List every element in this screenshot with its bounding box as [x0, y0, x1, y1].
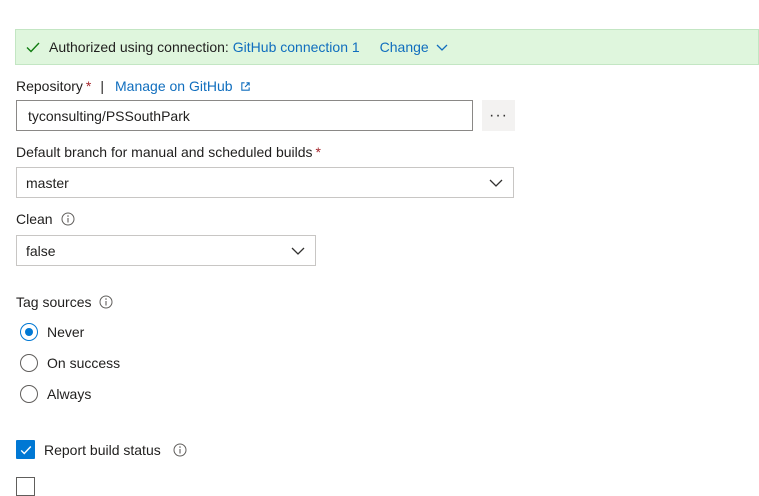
radio-option-always[interactable]: Always — [20, 385, 91, 403]
clean-value: false — [26, 242, 56, 259]
clean-label-row: Clean — [16, 211, 75, 227]
more-options-button[interactable]: ··· — [482, 100, 515, 131]
clean-dropdown[interactable]: false — [16, 235, 316, 266]
required-mark: * — [315, 144, 321, 160]
chevron-down-icon — [489, 179, 503, 187]
tag-sources-label-row: Tag sources — [16, 294, 113, 310]
tag-sources-label: Tag sources — [16, 294, 92, 310]
radio-button-selected[interactable] — [20, 323, 38, 341]
chevron-down-icon — [291, 247, 305, 255]
chevron-down-icon[interactable] — [436, 41, 448, 53]
manage-on-github-link[interactable]: Manage on GitHub — [115, 78, 251, 94]
report-build-status-label: Report build status — [44, 442, 161, 458]
radio-option-on-success[interactable]: On success — [20, 354, 120, 372]
info-icon[interactable] — [99, 295, 113, 309]
repository-value: tyconsulting/PSSouthPark — [28, 107, 190, 124]
radio-button[interactable] — [20, 385, 38, 403]
report-build-status-label-row: Report build status — [44, 442, 187, 458]
info-icon[interactable] — [173, 443, 187, 457]
repository-label: Repository — [16, 78, 83, 94]
change-connection-button[interactable]: Change — [380, 39, 429, 55]
connection-name-link[interactable]: GitHub connection 1 — [233, 39, 360, 55]
radio-button[interactable] — [20, 354, 38, 372]
external-link-icon — [240, 81, 250, 91]
required-mark: * — [85, 78, 92, 94]
checkmark-icon — [26, 42, 40, 53]
radio-label: Always — [47, 386, 92, 402]
default-branch-label-row: Default branch for manual and scheduled … — [16, 144, 321, 160]
manage-on-github-label: Manage on GitHub — [115, 78, 233, 94]
checkmark-icon — [20, 445, 31, 455]
info-icon[interactable] — [61, 212, 75, 226]
repository-input[interactable]: tyconsulting/PSSouthPark — [16, 100, 473, 131]
default-branch-label: Default branch for manual and scheduled … — [16, 144, 313, 160]
default-branch-dropdown[interactable]: master — [16, 167, 514, 198]
connection-banner: Authorized using connection: GitHub conn… — [15, 29, 759, 65]
radio-label: Never — [47, 324, 85, 340]
clean-label: Clean — [16, 211, 53, 227]
radio-label: On success — [47, 355, 121, 371]
more-options-icon: ··· — [489, 106, 508, 124]
repository-label-row: Repository * | Manage on GitHub — [16, 78, 251, 94]
radio-option-never[interactable]: Never — [20, 323, 84, 341]
authorized-text: Authorized using connection: — [49, 39, 229, 55]
report-build-status-checkbox[interactable] — [16, 440, 35, 459]
separator: | — [100, 78, 105, 94]
default-branch-value: master — [26, 174, 69, 191]
